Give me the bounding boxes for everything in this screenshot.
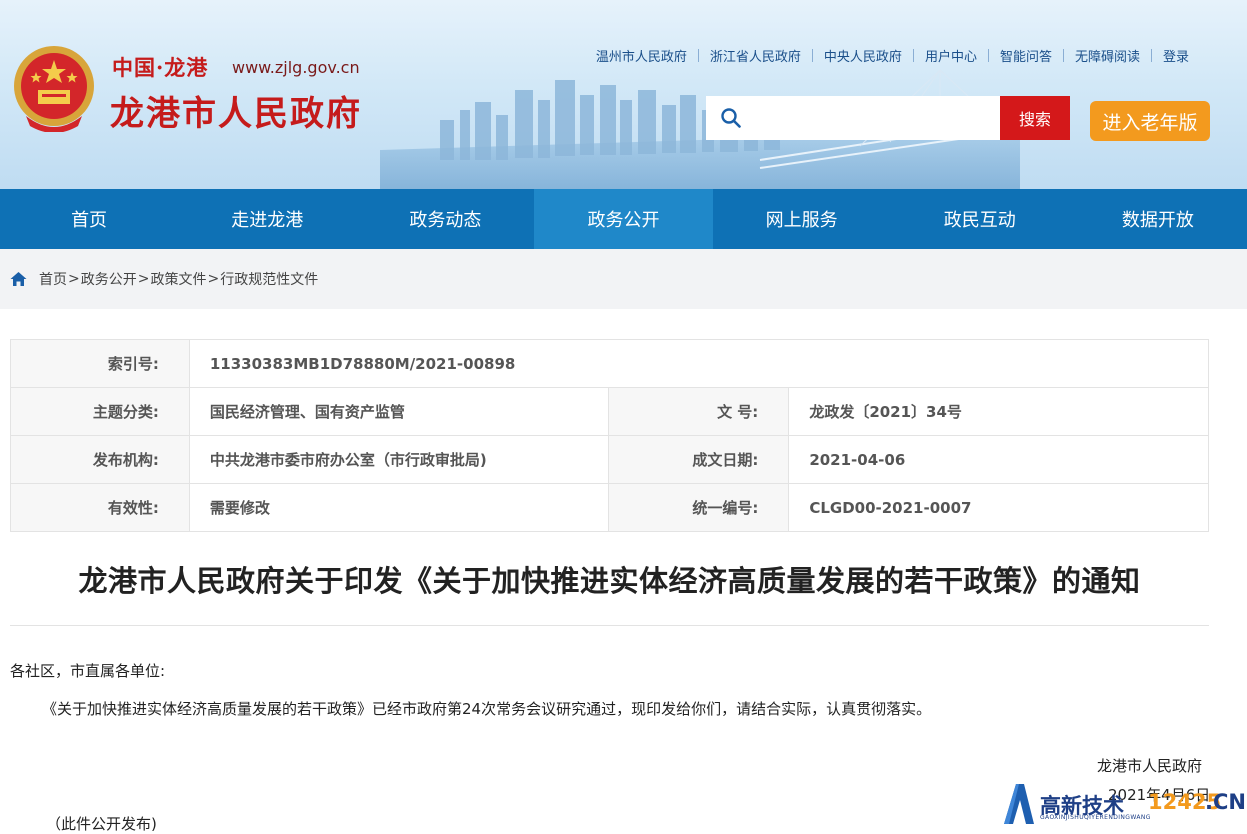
national-emblem: [14, 46, 94, 132]
article-title: 龙港市人民政府关于印发《关于加快推进实体经济高质量发展的若干政策》的通知: [78, 564, 1141, 598]
toplink-central-gov[interactable]: 中央人民政府: [813, 46, 913, 65]
document-meta-table: 索引号: 11330383MB1D78880M/2021-00898 主题分类:…: [10, 339, 1210, 532]
meta-value-docno: 龙政发〔2021〕34号: [788, 387, 1209, 436]
meta-key-date: 成文日期:: [608, 435, 790, 484]
meta-value-date: 2021-04-06: [788, 435, 1209, 484]
article-salutation: 各社区，市直属各单位:: [10, 662, 166, 680]
meta-row-index: 索引号: 11330383MB1D78880M/2021-00898: [10, 339, 1210, 388]
site-name: 龙港市人民政府: [110, 94, 362, 134]
breadcrumb-separator: >: [68, 271, 80, 287]
breadcrumb-disclosure[interactable]: 政务公开: [81, 269, 137, 289]
site-domain-label: 中国·龙港: [112, 55, 209, 80]
meta-value-validity: 需要修改: [188, 483, 610, 532]
breadcrumb-home[interactable]: 首页: [39, 269, 67, 289]
watermark-logo-icon: [1004, 784, 1034, 824]
search-button[interactable]: 搜索: [1000, 96, 1070, 140]
meta-key-topic: 主题分类:: [10, 387, 190, 436]
breadcrumb-separator: >: [137, 271, 150, 287]
home-icon: [10, 272, 27, 286]
title-divider: [10, 625, 1209, 626]
article-signature: 龙港市人民政府: [1097, 757, 1203, 775]
meta-key-org: 发布机构:: [10, 435, 190, 484]
breadcrumb-normative-docs[interactable]: 行政规范性文件: [220, 269, 318, 289]
meta-value-unified: CLGD00-2021-0007: [788, 483, 1209, 532]
top-links: 温州市人民政府 浙江省人民政府 中央人民政府 用户中心 智能问答 无障碍阅读 登…: [585, 46, 1200, 65]
meta-key-docno: 文 号:: [608, 387, 790, 436]
nav-item-home[interactable]: 首页: [0, 189, 178, 249]
breadcrumb: 首页 > 政务公开 > 政策文件 > 行政规范性文件: [10, 269, 318, 289]
meta-key-unified: 统一编号:: [608, 483, 790, 532]
meta-key-validity: 有效性:: [10, 483, 190, 532]
nav-item-interaction[interactable]: 政民互动: [891, 189, 1069, 249]
toplink-zhejiang[interactable]: 浙江省人民政府: [699, 46, 812, 65]
main-nav: 首页 走进龙港 政务动态 政务公开 网上服务 政民互动 数据开放: [0, 189, 1247, 249]
nav-item-online-service[interactable]: 网上服务: [713, 189, 891, 249]
search-box: [706, 96, 1000, 140]
elder-mode-button[interactable]: 进入老年版: [1090, 101, 1210, 141]
article-note: （此件公开发布): [46, 815, 157, 833]
nav-item-about-longgang[interactable]: 走进龙港: [178, 189, 356, 249]
toplink-smart-qa[interactable]: 智能问答: [989, 46, 1063, 65]
meta-key-index: 索引号:: [10, 339, 190, 388]
article-body: 《关于加快推进实体经济高质量发展的若干政策》已经市政府第24次常务会议研究通过，…: [42, 700, 932, 718]
site-header: 中国·龙港 www.zjlg.gov.cn 龙港市人民政府 温州市人民政府 浙江…: [0, 0, 1247, 189]
nav-item-government-disclosure[interactable]: 政务公开: [534, 189, 713, 249]
toplink-wenzhou[interactable]: 温州市人民政府: [585, 46, 698, 65]
search-icon: [721, 108, 741, 128]
watermark-suffix: .CN: [1205, 790, 1246, 814]
nav-item-news[interactable]: 政务动态: [356, 189, 534, 249]
nav-item-open-data[interactable]: 数据开放: [1069, 189, 1247, 249]
toplink-user-center[interactable]: 用户中心: [914, 46, 988, 65]
site-url[interactable]: www.zjlg.gov.cn: [232, 58, 360, 77]
site-watermark: 高新技术 12425 .CN GAOXINJISHUQIYERENDINGWAN…: [1000, 780, 1247, 829]
meta-row-topic: 主题分类: 国民经济管理、国有资产监管 文 号: 龙政发〔2021〕34号: [10, 387, 1209, 436]
breadcrumb-separator: >: [207, 271, 220, 287]
watermark-subtext: GAOXINJISHUQIYERENDINGWANG: [1040, 814, 1151, 821]
breadcrumb-policy-docs[interactable]: 政策文件: [150, 269, 206, 289]
breadcrumb-bar: 首页 > 政务公开 > 政策文件 > 行政规范性文件: [0, 249, 1247, 309]
search-input[interactable]: [752, 102, 996, 136]
meta-value-index: 11330383MB1D78880M/2021-00898: [188, 339, 1210, 388]
meta-row-org: 发布机构: 中共龙港市委市府办公室（市行政审批局) 成文日期: 2021-04-…: [10, 435, 1209, 484]
toplink-login[interactable]: 登录: [1152, 46, 1200, 65]
meta-value-topic: 国民经济管理、国有资产监管: [188, 387, 610, 436]
meta-row-validity: 有效性: 需要修改 统一编号: CLGD00-2021-0007: [10, 483, 1209, 532]
toplink-accessibility[interactable]: 无障碍阅读: [1064, 46, 1151, 65]
meta-value-org: 中共龙港市委市府办公室（市行政审批局): [188, 435, 610, 484]
